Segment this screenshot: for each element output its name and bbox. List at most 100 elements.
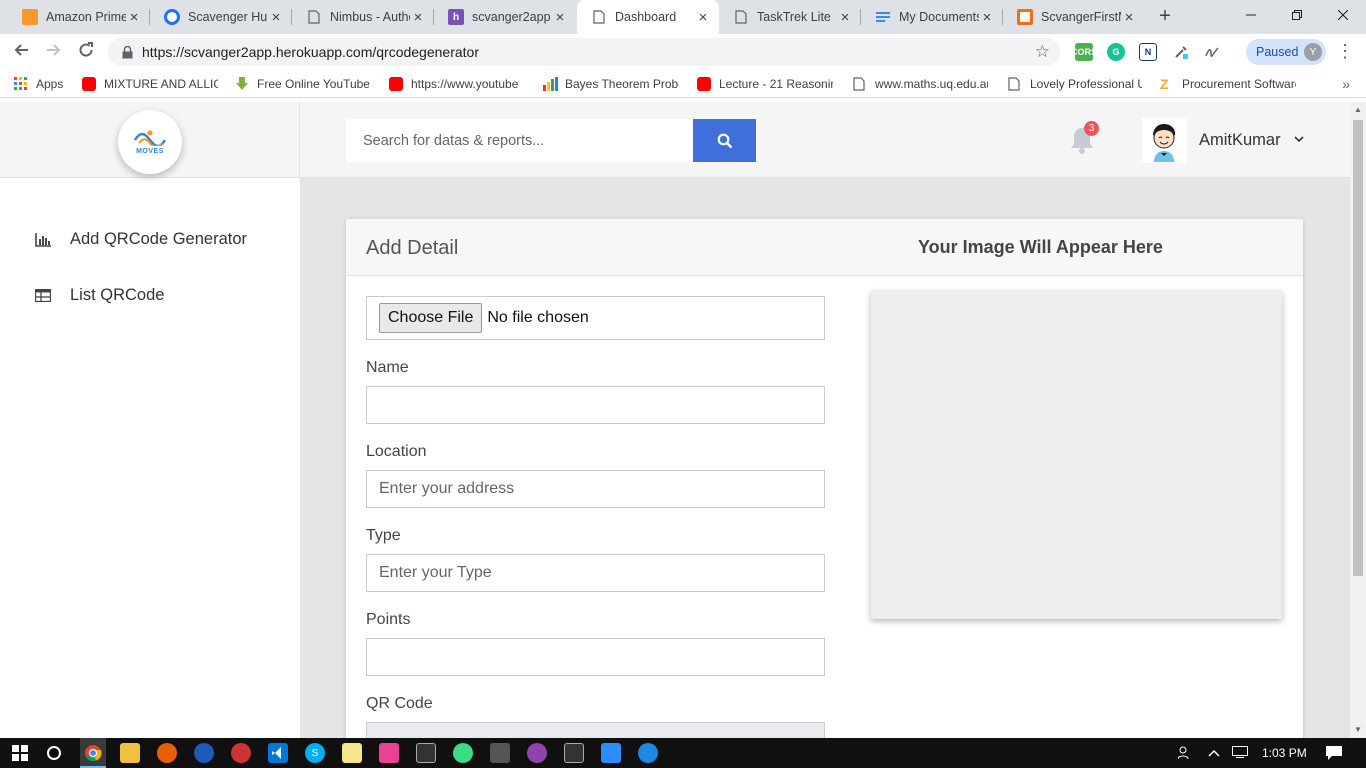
- tab-amazon-prime[interactable]: Amazon Prime ×: [8, 0, 150, 34]
- apps-grid-icon: [14, 77, 28, 91]
- notes-icon[interactable]: [342, 743, 362, 763]
- close-icon[interactable]: ×: [979, 9, 995, 26]
- card-title: Add Detail: [366, 237, 459, 259]
- zoho-z-icon: Z: [1160, 76, 1169, 92]
- grammarly-extension-icon[interactable]: G: [1107, 43, 1125, 61]
- back-icon[interactable]: [9, 40, 33, 64]
- scroll-down-icon[interactable]: ▼: [1350, 722, 1366, 738]
- terminal-icon[interactable]: [416, 743, 436, 763]
- android-icon[interactable]: [453, 743, 473, 763]
- bookmark-lecture[interactable]: Lecture - 21 Reasoning: [697, 76, 833, 92]
- bar-chart-icon: [34, 231, 52, 249]
- address-bar[interactable]: https://scvanger2app.herokuapp.com/qrcod…: [108, 38, 1060, 66]
- bookmark-youtube[interactable]: https://www.youtube: [389, 76, 524, 92]
- location-field[interactable]: [366, 470, 825, 508]
- tab-scvanger2app[interactable]: h scvanger2app ×: [434, 0, 576, 34]
- paint3d-icon[interactable]: [527, 743, 547, 763]
- moves-logo[interactable]: MOVES: [118, 110, 182, 174]
- close-window-button[interactable]: [1320, 0, 1366, 30]
- file-upload-field[interactable]: Choose File No file chosen: [366, 296, 825, 340]
- close-icon[interactable]: ×: [837, 9, 853, 26]
- app-taskbar-icon-2[interactable]: [379, 743, 399, 763]
- bookmark-label: Apps: [36, 77, 64, 91]
- close-icon[interactable]: ×: [410, 9, 426, 26]
- windows-start-icon[interactable]: [10, 743, 30, 763]
- forward-icon[interactable]: [42, 40, 66, 64]
- amazon-favicon-icon: [22, 9, 38, 25]
- bookmark-free-online-youtube[interactable]: Free Online YouTube: [235, 76, 369, 92]
- minimize-button[interactable]: [1228, 0, 1274, 30]
- bookmark-star-icon[interactable]: ☆: [1035, 42, 1050, 62]
- close-icon[interactable]: ×: [552, 9, 568, 26]
- cmd-icon[interactable]: [564, 743, 584, 763]
- bookmark-label: Bayes Theorem Problems: [565, 77, 679, 91]
- logo-text: MOVES: [136, 147, 164, 155]
- paint-icon[interactable]: [231, 743, 251, 763]
- scrollbar-thumb[interactable]: [1353, 120, 1363, 576]
- tab-my-documents[interactable]: My Documents ×: [861, 0, 1003, 34]
- notification-center-icon[interactable]: [1326, 746, 1342, 763]
- close-icon[interactable]: ×: [268, 9, 284, 26]
- restore-button[interactable]: [1274, 0, 1320, 30]
- wave-logo-icon: [133, 130, 167, 146]
- bookmark-lpu[interactable]: Lovely Professional University: [1008, 76, 1142, 92]
- close-icon[interactable]: ×: [695, 9, 711, 26]
- scroll-up-icon[interactable]: ▲: [1350, 102, 1366, 118]
- bookmark-bayes[interactable]: Bayes Theorem Problems: [543, 76, 679, 92]
- tab-dashboard[interactable]: Dashboard ×: [577, 0, 719, 34]
- user-name[interactable]: AmitKumar: [1199, 131, 1281, 150]
- app-topbar: 3 AmitKumar: [300, 102, 1350, 178]
- browser-tab-strip: Amazon Prime × Scavenger Hunt × Nimbus -…: [0, 0, 1366, 34]
- tab-scavenger-hunt[interactable]: Scavenger Hunt ×: [150, 0, 292, 34]
- scavenger-favicon-icon: [164, 9, 180, 25]
- bookmark-label: https://www.youtube: [411, 77, 519, 91]
- points-field[interactable]: [366, 638, 825, 676]
- sidebar: MOVES Add QRCode Generator List QRCode: [0, 102, 300, 738]
- signature-extension-icon[interactable]: [1203, 43, 1221, 61]
- app-taskbar-icon[interactable]: [194, 743, 214, 763]
- points-label: Points: [366, 611, 411, 628]
- vscode-icon[interactable]: [268, 743, 288, 763]
- search-button[interactable]: [693, 119, 756, 162]
- chevron-up-icon[interactable]: [1208, 746, 1220, 760]
- sidebar-item-list-qrcode[interactable]: List QRCode: [34, 286, 164, 305]
- bookmark-procurement[interactable]: Z Procurement Software: [1160, 76, 1296, 92]
- more-bookmarks-icon[interactable]: »: [1342, 76, 1350, 92]
- people-icon[interactable]: [1177, 746, 1192, 763]
- search-input[interactable]: [346, 119, 693, 162]
- firefox-icon[interactable]: [157, 743, 177, 763]
- remote-desktop-icon[interactable]: [601, 743, 621, 763]
- page-scrollbar[interactable]: ▲ ▼: [1350, 102, 1366, 738]
- tab-title: scvanger2app: [472, 10, 551, 24]
- type-field[interactable]: [366, 554, 825, 592]
- choose-file-button[interactable]: Choose File: [379, 303, 483, 333]
- profile-paused-button[interactable]: Paused Y: [1246, 39, 1326, 65]
- chevron-down-icon[interactable]: [1294, 134, 1304, 146]
- clock[interactable]: 1:03 PM: [1262, 746, 1307, 760]
- network-icon[interactable]: [1232, 746, 1248, 761]
- bookmark-apps[interactable]: Apps: [14, 76, 74, 92]
- tab-scvangerfirst[interactable]: ScvangerFirstM ×: [1003, 0, 1145, 34]
- browser-menu-icon[interactable]: ⋮: [1336, 42, 1354, 60]
- globe-icon[interactable]: [638, 743, 658, 763]
- eyedropper-extension-icon[interactable]: [1172, 43, 1190, 61]
- bookmark-maths[interactable]: www.maths.uq.edu.au: [853, 76, 988, 92]
- sidebar-item-add-qrcode[interactable]: Add QRCode Generator: [34, 230, 247, 249]
- close-icon[interactable]: ×: [126, 9, 142, 26]
- skype-icon[interactable]: S: [305, 743, 325, 763]
- chrome-taskbar-icon[interactable]: [83, 743, 103, 763]
- cortana-icon[interactable]: [44, 743, 64, 763]
- name-field[interactable]: [366, 386, 825, 424]
- cors-extension-icon[interactable]: CORS: [1071, 43, 1097, 61]
- tab-nimbus[interactable]: Nimbus - Authorization ×: [292, 0, 434, 34]
- nimbus-extension-icon[interactable]: N: [1139, 43, 1157, 61]
- reload-icon[interactable]: [74, 40, 98, 64]
- bookmark-mixture[interactable]: MIXTURE AND ALLIGATION: [82, 76, 218, 92]
- tab-title: Scavenger Hunt: [188, 10, 268, 24]
- file-explorer-icon[interactable]: [120, 743, 140, 763]
- tab-tasktrek[interactable]: TaskTrek Lite ×: [719, 0, 861, 34]
- new-tab-button[interactable]: +: [1154, 6, 1176, 28]
- avatar[interactable]: [1142, 118, 1187, 163]
- close-icon[interactable]: ×: [1121, 9, 1137, 26]
- calculator-icon[interactable]: [490, 743, 510, 763]
